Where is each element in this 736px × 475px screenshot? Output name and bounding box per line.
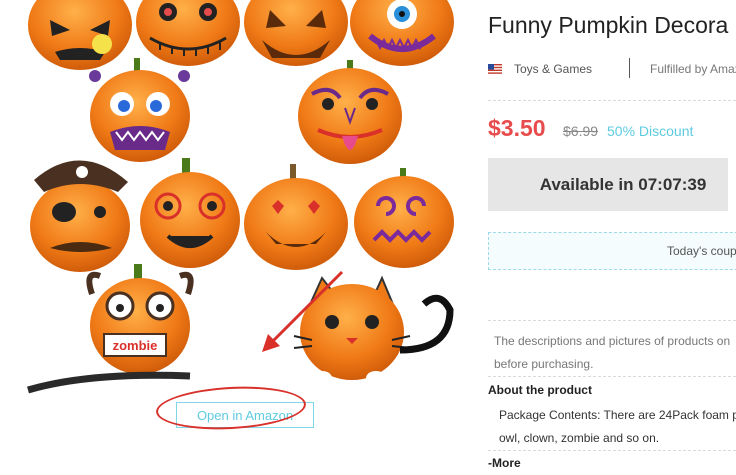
discount-label: 50% Discount xyxy=(607,123,694,139)
pumpkin-stitched xyxy=(136,0,240,66)
us-flag-icon xyxy=(488,64,502,74)
divider xyxy=(488,100,736,101)
pumpkin-owl-zombie: zombie xyxy=(27,264,194,394)
description-line: The descriptions and pictures of product… xyxy=(494,334,731,348)
pumpkin-clown xyxy=(298,60,402,164)
package-contents: Package Contents: There are 24Pack foam … xyxy=(499,404,736,450)
pumpkin-cat xyxy=(293,275,454,385)
pumpkin-angry xyxy=(28,0,132,70)
coupon-box[interactable]: Today's coup xyxy=(488,232,736,270)
divider xyxy=(488,450,736,451)
meta-divider xyxy=(629,58,630,78)
availability-button[interactable]: Available in 07:07:39 xyxy=(488,158,728,211)
pumpkin-cyclops xyxy=(350,0,454,66)
fulfillment-label: Fulfilled by Amazon xyxy=(650,62,736,76)
divider xyxy=(488,376,736,377)
pumpkin-heart-eyes xyxy=(244,164,348,270)
product-image-panel: zombie Open in Amazon xyxy=(0,0,470,475)
divider xyxy=(488,320,736,321)
more-link[interactable]: -More xyxy=(488,456,521,470)
pumpkin-spiral xyxy=(140,158,240,268)
product-title: Funny Pumpkin Decora xyxy=(488,12,729,38)
sale-price: $3.50 xyxy=(488,115,546,141)
package-line: owl, clown, zombie and so on. xyxy=(499,431,660,445)
pumpkin-pirate xyxy=(30,160,130,272)
about-heading: About the product xyxy=(488,383,592,397)
description-line: before purchasing. xyxy=(494,357,594,371)
category-label[interactable]: Toys & Games xyxy=(514,62,592,76)
pumpkin-swirl xyxy=(354,168,454,268)
product-info-panel: Funny Pumpkin Decora Toys & Games Fulfil… xyxy=(470,0,736,475)
pumpkin-monster xyxy=(89,58,190,162)
product-description: The descriptions and pictures of product… xyxy=(494,330,736,376)
package-line: Package Contents: There are 24Pack foam … xyxy=(499,408,736,422)
original-price: $6.99 xyxy=(563,123,599,139)
pumpkin-jackolantern xyxy=(244,0,348,66)
zombie-sign-text: zombie xyxy=(113,338,158,353)
coupon-text: Today's coup xyxy=(667,244,736,258)
